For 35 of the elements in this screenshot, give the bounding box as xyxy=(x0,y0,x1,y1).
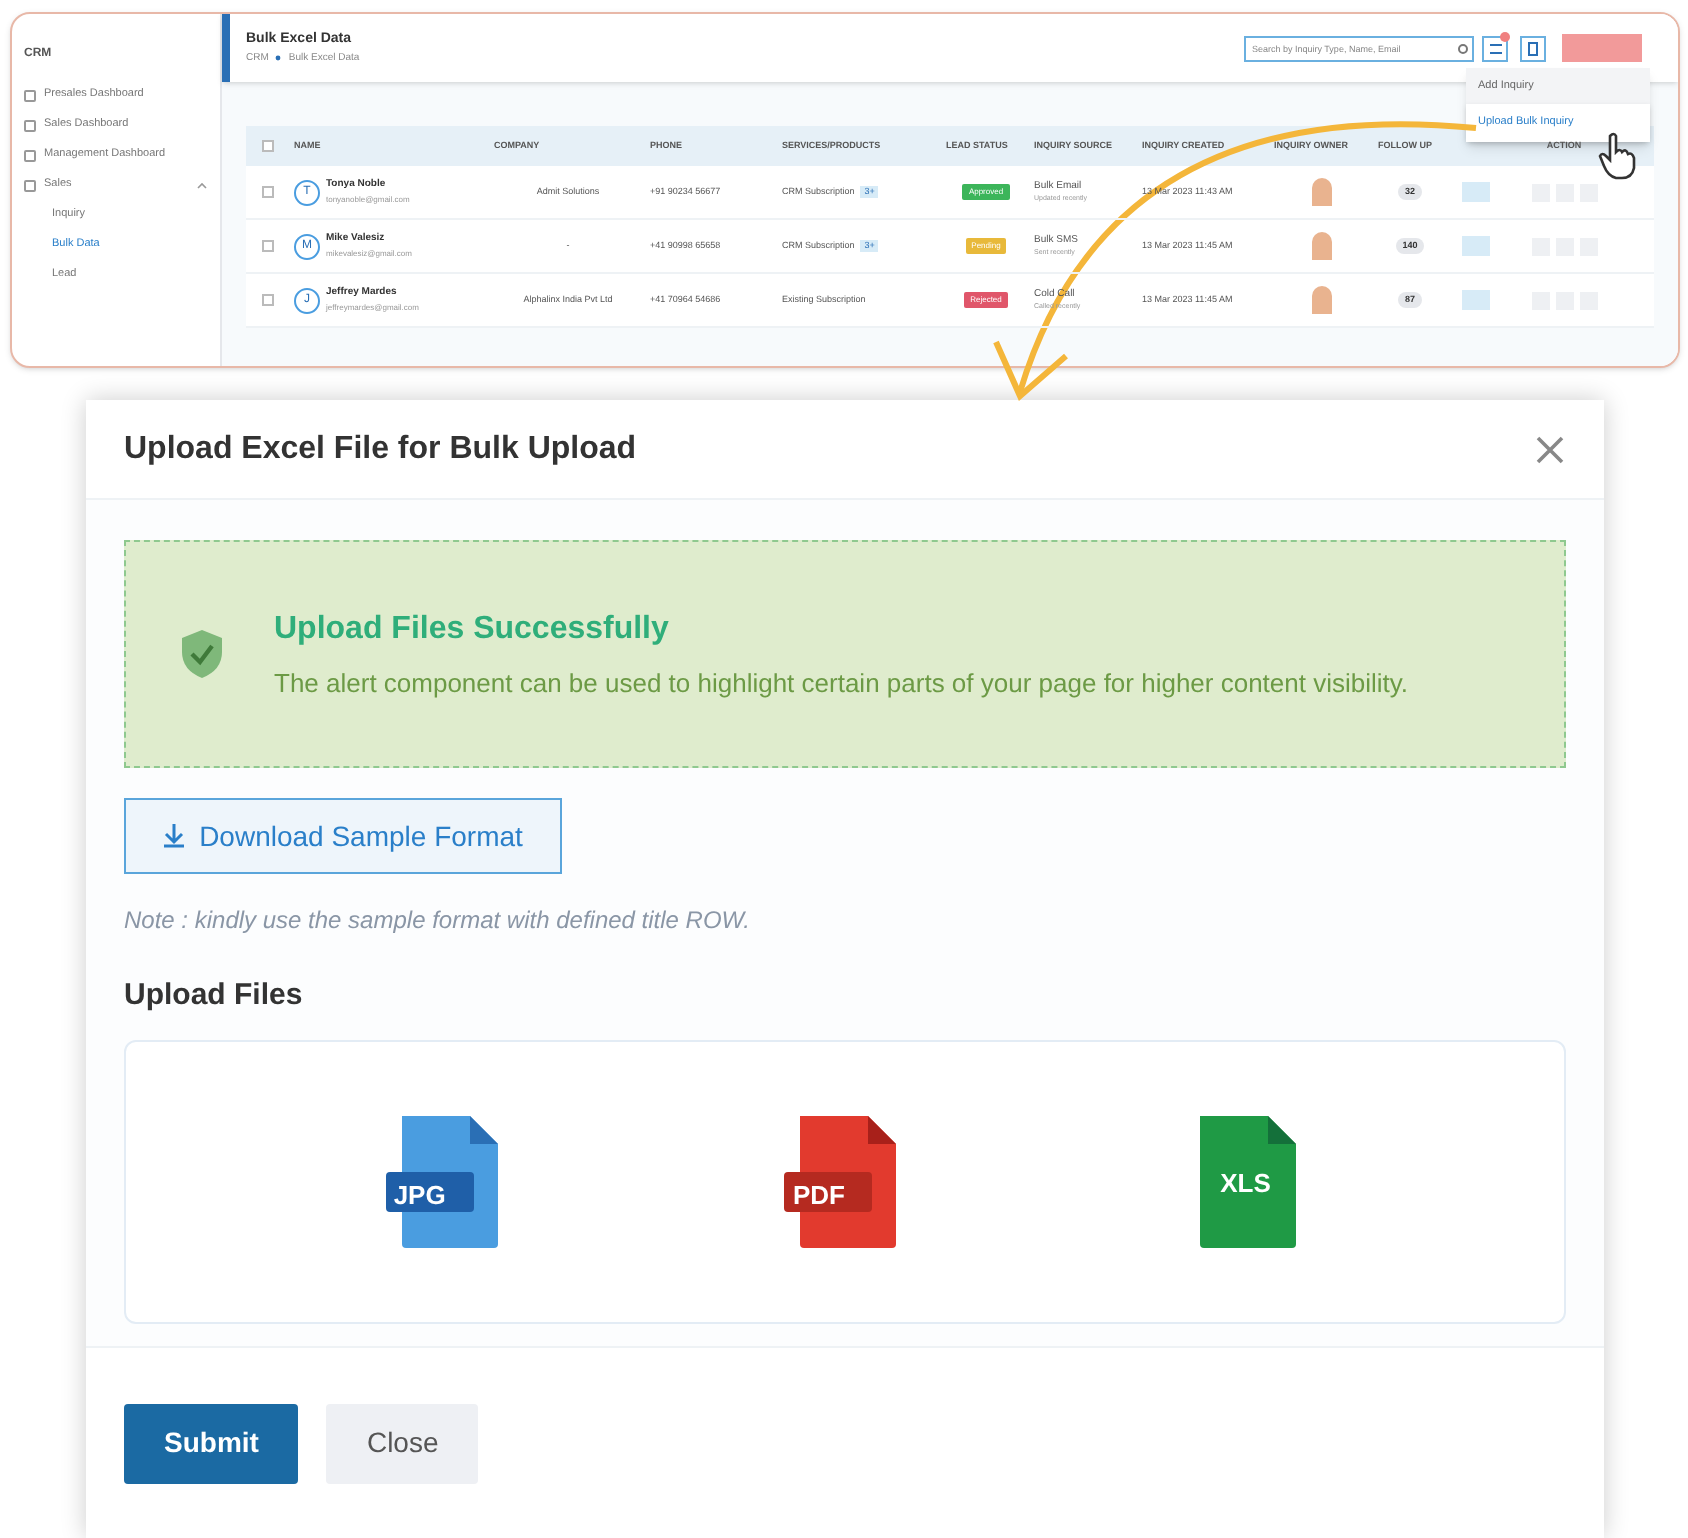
edit-button[interactable] xyxy=(1462,236,1490,256)
section-heading: Upload Files xyxy=(124,976,305,1016)
dashboard-icon xyxy=(24,149,36,161)
close-dialog-button[interactable]: Close xyxy=(326,1403,479,1483)
dashboard-icon xyxy=(24,89,36,101)
download-icon xyxy=(163,824,184,848)
edit-button[interactable] xyxy=(1462,290,1490,310)
alert-title: Upload Files Successfully xyxy=(274,609,671,649)
owner-avatar xyxy=(1312,232,1332,260)
close-button[interactable] xyxy=(1534,433,1566,465)
alert-message: The alert component can be used to highlight certain parts of your page for higher content visibility. xyxy=(274,665,1409,702)
dialog-title: Upload Excel File for Bulk Upload xyxy=(124,429,637,469)
row-checkbox[interactable] xyxy=(262,294,274,306)
owner-avatar xyxy=(1312,286,1332,314)
breadcrumb-separator-icon xyxy=(274,54,283,63)
export-button[interactable] xyxy=(1520,35,1546,61)
document-icon xyxy=(1528,41,1538,55)
owner-avatar xyxy=(1312,178,1332,206)
row-checkbox[interactable] xyxy=(262,186,274,198)
upload-drop-area[interactable]: JPG PDF XLS xyxy=(124,1039,1566,1323)
close-icon xyxy=(1534,433,1566,465)
dashboard-icon xyxy=(24,119,36,131)
dashboard-icon xyxy=(24,179,36,191)
submit-button[interactable]: Submit xyxy=(124,1403,299,1483)
hand-cursor-icon xyxy=(1598,132,1638,180)
action-button[interactable] xyxy=(1562,34,1642,62)
inquiry-button[interactable] xyxy=(1482,35,1508,61)
shield-check-icon xyxy=(178,628,226,680)
list-icon xyxy=(1489,43,1501,53)
edit-button[interactable] xyxy=(1462,182,1490,202)
download-button[interactable]: Download Sample Format xyxy=(124,798,562,874)
header-checkbox[interactable] xyxy=(262,140,274,152)
note-text: Note : kindly use the sample format with defined title ROW. xyxy=(124,904,753,938)
search-icon xyxy=(1458,43,1468,53)
row-checkbox[interactable] xyxy=(262,240,274,252)
